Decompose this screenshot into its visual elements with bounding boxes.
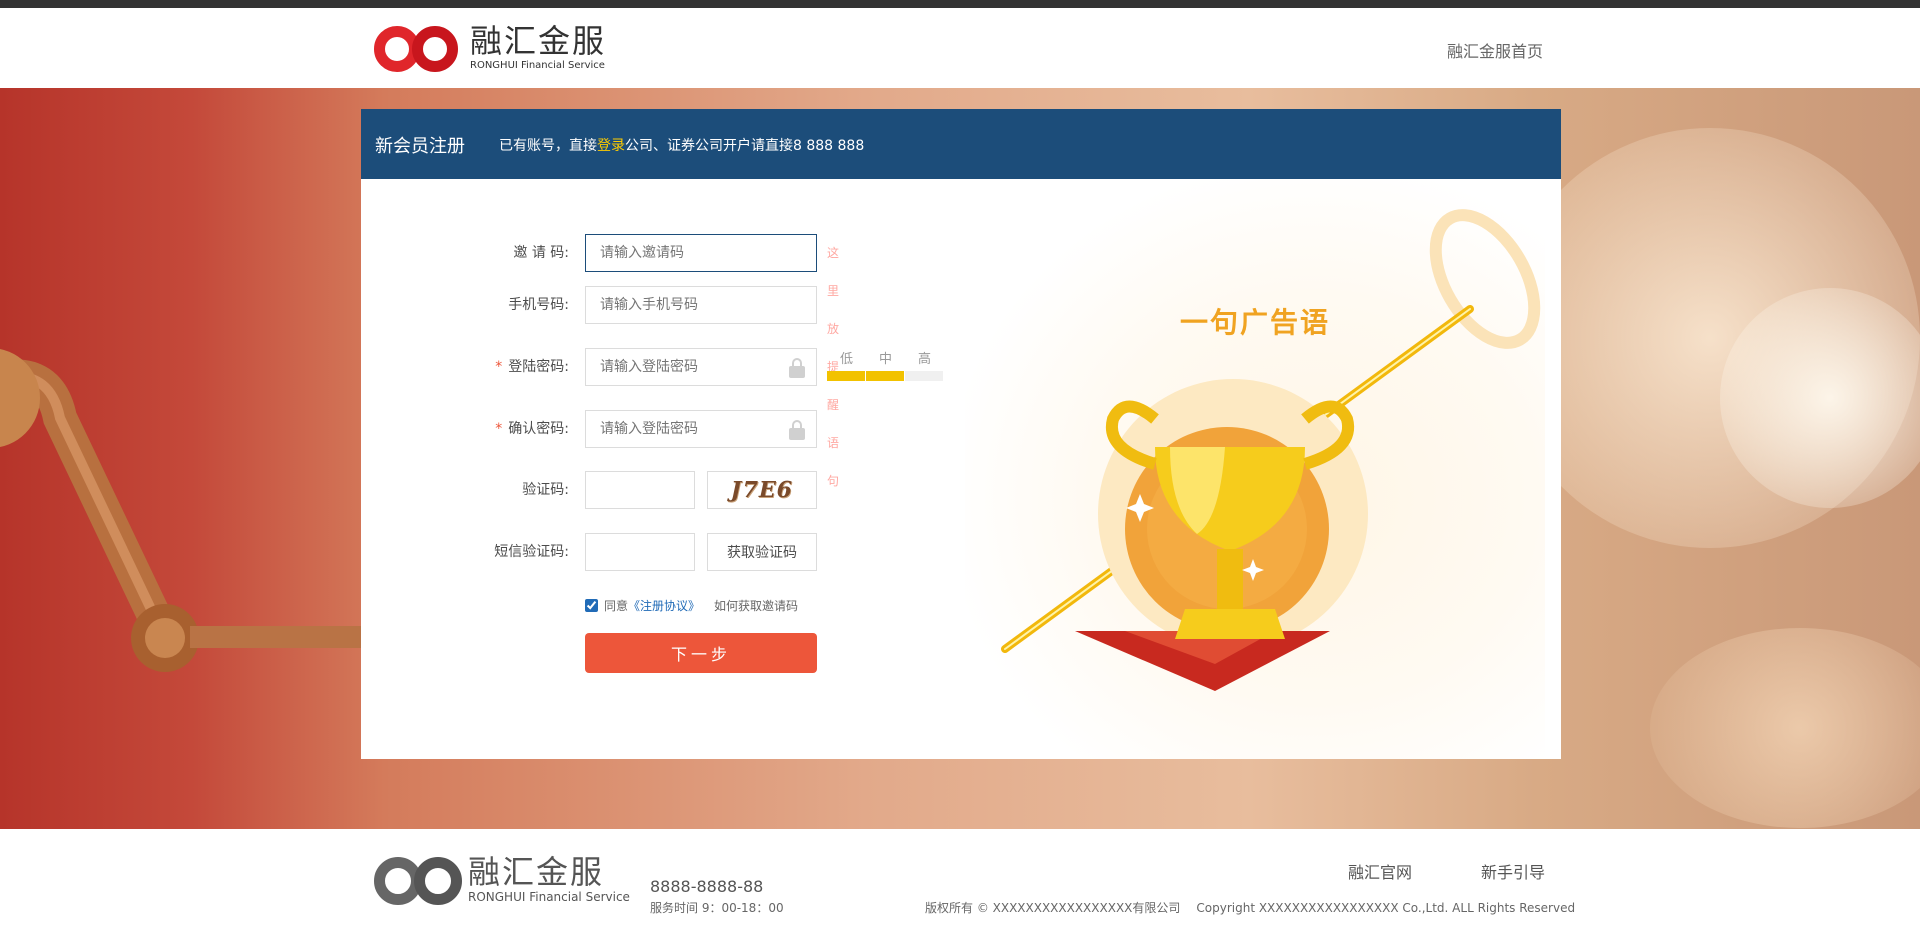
contact-phone: 8 888 888 [793,138,865,154]
get-sms-code-button[interactable]: 获取验证码 [707,533,817,571]
logo-mark-icon [372,20,462,76]
protocol-link[interactable]: 《注册协议》 [628,597,700,614]
phone-input[interactable] [585,286,817,324]
strength-bar-low [827,371,865,381]
captcha-image[interactable]: J7E6 [707,471,817,509]
footer-logo-mark-icon [372,851,468,907]
captcha-label: 验证码: [522,482,569,498]
footer-logo[interactable]: 融汇金服 RONGHUI Financial Service [372,851,630,907]
confirm-field[interactable] [585,410,817,448]
site-header: 融汇金服 RONGHUI Financial Service 融汇金服首页 [0,8,1920,88]
agree-text: 同意 [604,599,629,613]
lock-icon [788,358,806,378]
brand-logo[interactable]: 融汇金服 RONGHUI Financial Service [372,20,606,76]
phone-label: 手机号码: [508,297,569,313]
sms-code-input[interactable] [585,533,695,571]
page-title: 新会员注册 [375,136,465,157]
door-handle-image [0,349,380,672]
agreement-row: 同意 《注册协议》 如何获取邀请码 [585,597,798,614]
top-strip [0,0,1920,8]
footer-link-official[interactable]: 融汇官网 [1348,859,1412,883]
login-hint: 已有账号，直接登录公司、证券公司开户请直接8 888 888 [499,138,865,154]
register-panel-header: 新会员注册 已有账号，直接登录公司、证券公司开户请直接8 888 888 [361,109,1561,179]
strength-bar-mid [866,371,904,381]
brand-name-cn: 融汇金服 [470,22,607,60]
footer-brand-en: RONGHUI Financial Service [468,890,630,904]
footer-phone: 8888-8888-88 [650,877,764,896]
register-panel: 邀 请 码: 这里放提醒语句 手机号码: *登陆密码: 低 中 高 *确认密码: [361,179,1561,759]
footer-copyright: 版权所有 © XXXXXXXXXXXXXXXXX有限公司 Copyright XX… [925,901,1576,915]
strength-bar-high [905,371,943,381]
captcha-input[interactable] [585,471,695,509]
sms-label: 短信验证码: [494,544,569,560]
ad-banner: 一句广告语 [965,179,1545,759]
home-link[interactable]: 融汇金服首页 [1447,38,1543,62]
how-to-get-invite-link[interactable]: 如何获取邀请码 [714,597,798,614]
password-field[interactable] [585,348,817,386]
password-input[interactable] [586,349,776,385]
strength-mid-label: 中 [878,352,892,367]
password-strength-meter: 低 中 高 [827,348,945,381]
lock-icon [788,420,806,440]
invite-code-input[interactable] [585,234,817,272]
password-label: * 登陆密码: [495,359,569,375]
trophy-illustration [1001,209,1541,691]
agree-checkbox[interactable] [585,599,598,612]
login-link[interactable]: 登录 [597,138,625,154]
site-footer: 融汇金服 RONGHUI Financial Service 8888-8888… [0,829,1920,941]
footer-link-guide[interactable]: 新手引导 [1481,859,1545,883]
footer-hours: 服务时间 9：00-18：00 [650,901,784,915]
strength-low-label: 低 [839,352,853,367]
confirm-password-input[interactable] [586,411,776,447]
footer-brand-cn: 融汇金服 [468,853,605,891]
strength-high-label: 高 [917,352,931,367]
next-step-button[interactable]: 下一步 [585,633,817,673]
confirm-label: * 确认密码: [495,421,569,437]
invite-label: 邀 请 码: [513,245,569,261]
brand-name-en: RONGHUI Financial Service [470,60,605,71]
